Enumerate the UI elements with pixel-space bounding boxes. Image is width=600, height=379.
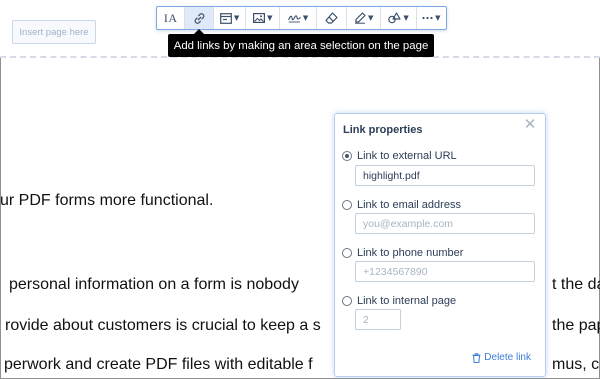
email-input[interactable]: you@example.com — [355, 213, 535, 234]
link-tooltip: Add links by making an area selection on… — [168, 29, 434, 57]
document-line: rovide about customers is crucial to kee… — [5, 317, 321, 334]
eraser-button[interactable] — [317, 7, 348, 29]
panel-title: Link properties — [343, 124, 423, 136]
insert-page-button[interactable]: Insert page here — [12, 20, 96, 44]
phone-input[interactable]: +1234567890 — [355, 261, 535, 282]
document-line: ur PDF forms more functional. — [0, 192, 214, 209]
shapes-icon — [388, 12, 401, 24]
radio-phone[interactable]: Link to phone number — [342, 247, 463, 259]
link-icon — [194, 12, 204, 24]
document-line-fragment: t the da — [552, 276, 600, 293]
option-label: Link to phone number — [357, 247, 464, 259]
eraser-icon — [325, 12, 338, 24]
radio-external-url[interactable]: Link to external URL — [342, 150, 457, 162]
image-icon — [253, 13, 266, 23]
chevron-down-icon: ▼ — [267, 14, 273, 22]
option-label: Link to internal page — [357, 295, 457, 307]
chevron-down-icon: ▼ — [435, 14, 441, 22]
chevron-down-icon: ▼ — [302, 14, 309, 22]
radio-internal-page[interactable]: Link to internal page — [342, 295, 456, 307]
signature-icon — [288, 15, 301, 23]
more-button[interactable]: ▼ — [417, 7, 446, 29]
radio-button[interactable] — [342, 151, 352, 161]
signature-button[interactable]: ▼ — [280, 7, 317, 29]
option-label: Link to email address — [357, 199, 461, 211]
radio-button[interactable] — [342, 296, 352, 306]
document-line-fragment: mus, che — [552, 356, 600, 373]
close-icon[interactable]: ✕ — [523, 117, 537, 132]
edit-toolbar: IA ▼ ▼ ▼ ▼ ▼ ▼ — [156, 6, 447, 30]
pen-icon — [355, 12, 366, 24]
trash-icon — [472, 352, 481, 363]
form-field-button[interactable]: ▼ — [214, 7, 247, 29]
document-line: perwork and create PDF files with editab… — [4, 356, 313, 373]
page-number-input[interactable]: 2 — [355, 309, 401, 330]
more-icon — [422, 16, 433, 20]
document-line: personal information on a form is nobody — [9, 276, 299, 293]
radio-email[interactable]: Link to email address — [342, 199, 461, 211]
text-recognition-button[interactable]: IA — [157, 7, 186, 29]
radio-button[interactable] — [342, 248, 352, 258]
chevron-down-icon: ▼ — [233, 14, 240, 22]
form-field-icon — [219, 12, 232, 24]
chevron-down-icon: ▼ — [368, 14, 374, 22]
url-input[interactable]: highlight.pdf — [355, 165, 535, 186]
radio-button[interactable] — [342, 200, 352, 210]
image-button[interactable]: ▼ — [246, 7, 281, 29]
highlight-button[interactable]: ▼ — [347, 7, 382, 29]
text-recognition-label: IA — [163, 10, 178, 25]
shapes-button[interactable]: ▼ — [381, 7, 417, 29]
link-button[interactable] — [185, 7, 214, 29]
delete-link-button[interactable]: Delete link — [472, 352, 531, 363]
delete-link-label: Delete link — [484, 352, 531, 363]
option-label: Link to external URL — [357, 150, 457, 162]
link-properties-panel: Link properties ✕ Link to external URL h… — [334, 113, 546, 377]
chevron-down-icon: ▼ — [403, 14, 409, 22]
document-line-fragment: the pape — [552, 317, 600, 334]
